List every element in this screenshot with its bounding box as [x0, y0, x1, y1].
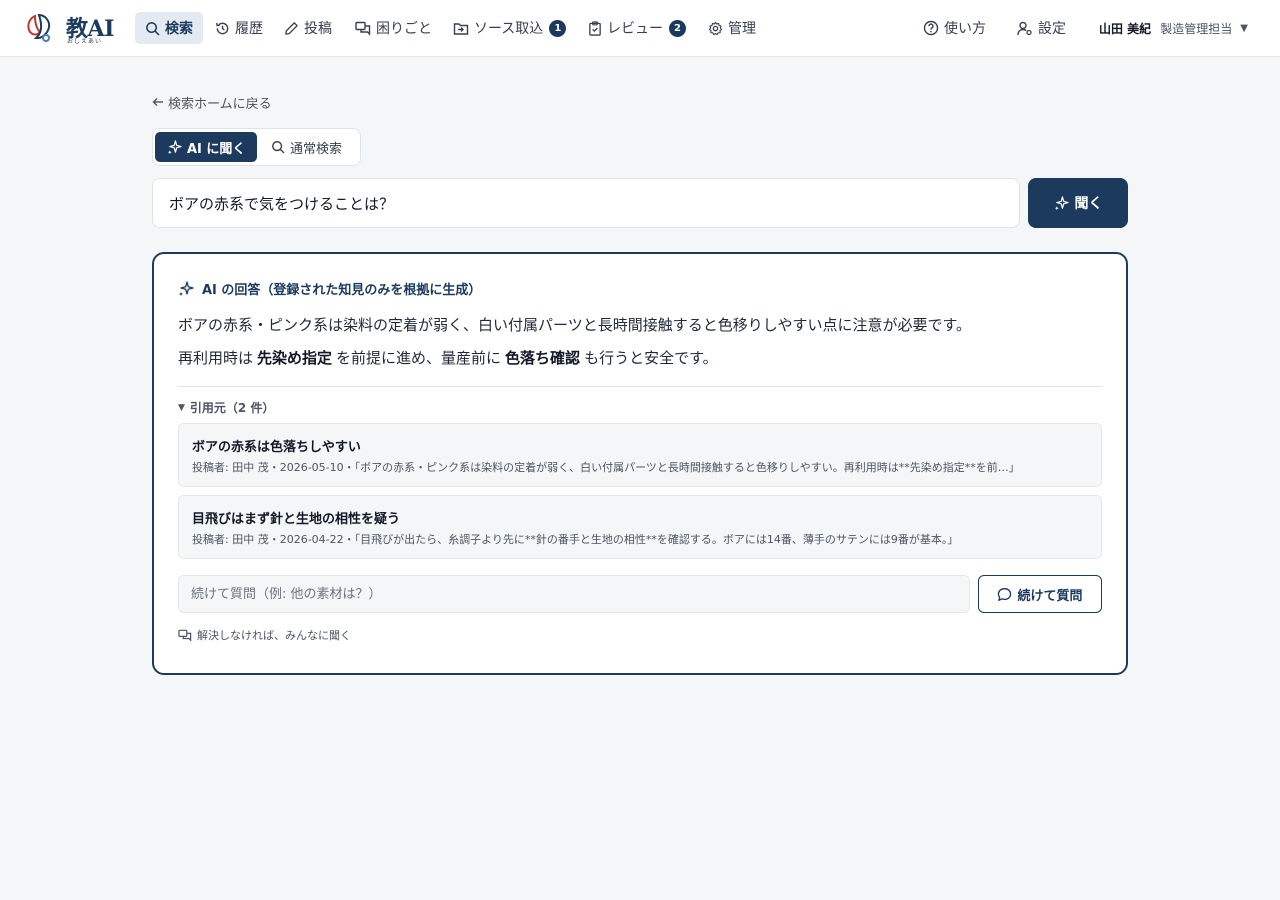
- arrow-left-icon: [152, 98, 163, 106]
- user-role: 製造管理担当: [1160, 21, 1233, 36]
- ask-everyone-label: 解決しなければ、みんなに聞く: [197, 629, 351, 642]
- answer-highlight: 先染め指定: [257, 349, 333, 367]
- mode-normal-label: 通常検索: [290, 141, 343, 157]
- logo-mark-icon: [27, 13, 51, 42]
- followup-question-input[interactable]: [178, 575, 970, 613]
- nav-item-review[interactable]: レビュー 2: [578, 12, 696, 44]
- ask-button[interactable]: 聞く: [1028, 178, 1128, 228]
- citations-label: 引用元（2 件）: [189, 401, 275, 415]
- nav-item-source-import[interactable]: ソース取込 1: [443, 12, 576, 44]
- nav-item-history[interactable]: 履歴: [205, 12, 273, 44]
- divider: [178, 386, 1102, 387]
- clipboard-check-icon: [589, 20, 601, 36]
- nav-item-troubles[interactable]: 困りごと: [345, 12, 442, 44]
- mode-ai-label: AI に聞く: [187, 141, 246, 157]
- followup-button-label: 続けて質問: [1017, 588, 1083, 604]
- mode-normal-search-button[interactable]: 通常検索: [259, 132, 354, 162]
- nav-item-label: 困りごと: [376, 21, 432, 37]
- app-logo[interactable]: 教AI おしえあい: [26, 11, 118, 47]
- search-icon: [272, 141, 285, 154]
- question-circle-icon: [923, 20, 939, 36]
- nav-item-label: 投稿: [304, 21, 332, 37]
- review-count-badge: 2: [669, 19, 686, 37]
- nav-item-label: 履歴: [235, 21, 263, 37]
- answer-text-line: ボアの赤系・ピンク系は染料の定着が弱く、白い付属パーツと長時間接触すると色移りし…: [178, 316, 972, 334]
- caret-down-icon: ▼: [1240, 22, 1248, 34]
- chat-bubbles-icon: [178, 629, 192, 642]
- settings-label: 設定: [1038, 21, 1066, 37]
- top-navigation-bar: 教AI おしえあい 検索 履歴 投稿 困りごと ソース取込 1 レビュー 2 管…: [0, 0, 1280, 57]
- citation-meta: 投稿者: 田中 茂・2026-04-22・「目飛びが出たら、糸調子より先に**針…: [192, 533, 959, 546]
- followup-question-button[interactable]: 続けて質問: [978, 575, 1102, 613]
- question-input[interactable]: [152, 178, 1020, 228]
- answer-highlight: 色落ち確認: [505, 349, 581, 367]
- gear-icon: [708, 21, 723, 35]
- ask-button-label: 聞く: [1074, 196, 1103, 212]
- chat-bubble-icon: [998, 587, 1012, 601]
- citation-item[interactable]: 目飛びはまず針と生地の相性を疑う 投稿者: 田中 茂・2026-04-22・「目…: [178, 495, 1102, 559]
- user-name: 山田 美紀: [1099, 21, 1152, 36]
- citation-item[interactable]: ボアの赤系は色落ちしやすい 投稿者: 田中 茂・2026-05-10・「ボアの赤…: [178, 423, 1102, 487]
- citation-title: ボアの赤系は色落ちしやすい: [192, 440, 361, 455]
- logo-subtext: おしえあい: [67, 38, 103, 45]
- user-menu[interactable]: 山田 美紀 製造管理担当 ▼: [1099, 12, 1248, 44]
- sparkles-icon: [167, 139, 182, 154]
- citation-meta: 投稿者: 田中 茂・2026-05-10・「ボアの赤系・ピンク系は染料の定着が弱…: [192, 461, 1020, 474]
- answer-heading-text: AI の回答（登録された知見のみを根拠に生成）: [202, 283, 482, 298]
- search-mode-toggle: AI に聞く 通常検索: [152, 128, 361, 166]
- back-to-search-home-link[interactable]: 検索ホームに戻る: [152, 91, 272, 113]
- pencil-icon: [285, 21, 298, 35]
- nav-item-post[interactable]: 投稿: [274, 12, 342, 44]
- answer-text: 再利用時は: [178, 349, 254, 367]
- help-label: 使い方: [944, 21, 986, 37]
- citations-toggle[interactable]: ▼ 引用元（2 件）: [178, 399, 274, 416]
- user-settings-icon: [1017, 21, 1032, 35]
- nav-item-label: レビュー: [607, 21, 663, 37]
- nav-item-label: ソース取込: [474, 21, 544, 37]
- triangle-down-icon: ▼: [178, 402, 185, 413]
- citation-title: 目飛びはまず針と生地の相性を疑う: [192, 512, 401, 527]
- source-import-count-badge: 1: [549, 19, 567, 37]
- sparkles-icon: [1054, 195, 1069, 210]
- answer-text: を前提に進め、量産前に: [336, 349, 502, 367]
- history-icon: [216, 22, 229, 34]
- nav-item-label: 検索: [165, 21, 193, 37]
- nav-item-admin[interactable]: 管理: [698, 12, 766, 44]
- chat-bubbles-icon: [355, 21, 371, 36]
- settings-link[interactable]: 設定: [1007, 12, 1076, 44]
- sparkles-icon: [179, 280, 194, 296]
- back-link-label: 検索ホームに戻る: [168, 96, 272, 112]
- ai-answer-card: AI の回答（登録された知見のみを根拠に生成） ボアの赤系・ピンク系は染料の定着…: [152, 252, 1128, 675]
- import-icon: [453, 22, 469, 35]
- answer-heading: AI の回答（登録された知見のみを根拠に生成）: [178, 279, 481, 298]
- answer-text: も行うと安全です。: [584, 349, 718, 367]
- answer-text-line: 再利用時は 先染め指定 を前提に進め、量産前に 色落ち確認 も行うと安全です。: [178, 347, 718, 368]
- nav-item-label: 管理: [728, 21, 756, 37]
- ask-everyone-link[interactable]: 解決しなければ、みんなに聞く: [178, 627, 351, 643]
- nav-item-search[interactable]: 検索: [135, 12, 203, 44]
- mode-ai-button[interactable]: AI に聞く: [155, 132, 258, 162]
- help-link[interactable]: 使い方: [913, 12, 996, 44]
- search-icon: [146, 21, 160, 35]
